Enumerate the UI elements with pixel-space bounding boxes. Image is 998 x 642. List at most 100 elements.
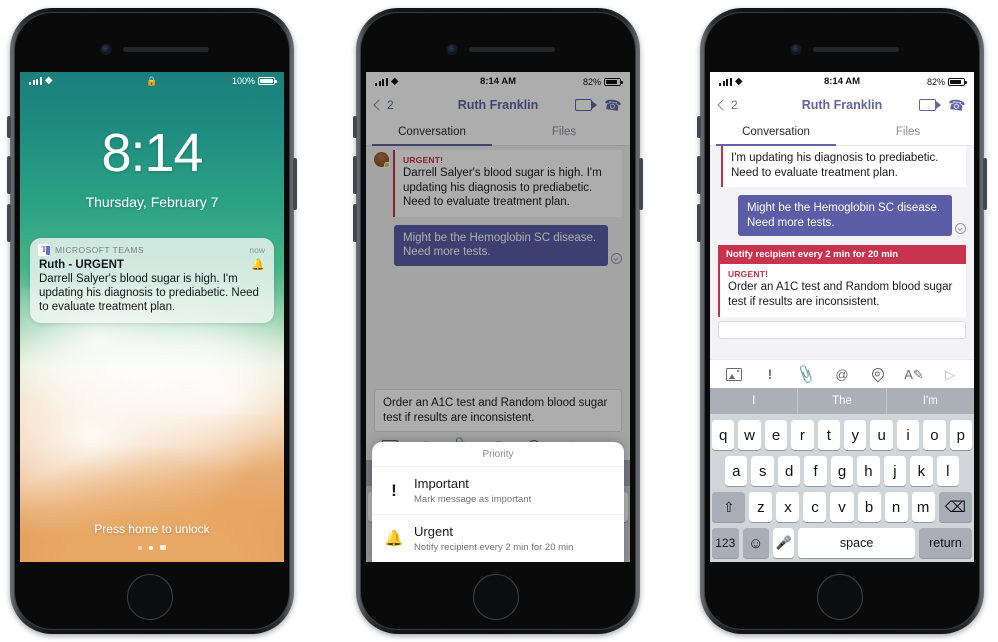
location-icon[interactable] [860,365,896,383]
status-left: ◆ [719,76,743,87]
dictation-key[interactable]: 🎤 [773,528,795,558]
screen-3: ◆ 8:14 AM 82% 2 Ruth Franklin ☎ Conversa… [710,72,974,562]
power-button[interactable] [639,158,643,210]
priority-option-important[interactable]: ! Important Mark message as important [372,466,624,514]
key-z[interactable]: z [749,492,773,522]
image-icon[interactable] [716,367,752,381]
key-y[interactable]: y [844,420,867,450]
urgent-card-body: URGENT! Order an A1C test and Random blo… [718,264,966,317]
unlock-hint: Press home to unlock [94,522,210,536]
key-k[interactable]: k [910,456,933,486]
keyboard-3: I The I'm q w e r t y u i o p a s d f g … [710,388,974,562]
compose-toolbar-3: ! 📎 @ A✎ ▷ [710,359,974,388]
tab-conversation[interactable]: Conversation [710,119,842,146]
composer-3 [710,317,974,359]
key-h[interactable]: h [857,456,880,486]
key-c[interactable]: c [803,492,827,522]
key-g[interactable]: g [830,456,854,486]
send-icon[interactable]: ▷ [932,368,968,381]
volume-down-button[interactable] [353,204,357,242]
home-button[interactable] [817,574,863,620]
lock-icon: 🔒 [146,75,158,86]
power-button[interactable] [293,158,297,210]
battery-icon [258,77,277,85]
format-icon[interactable]: A✎ [896,368,932,381]
key-r[interactable]: r [791,420,814,450]
key-a[interactable]: a [725,456,748,486]
priority-icon[interactable]: ! [752,367,788,381]
signal-bars-icon [719,77,732,86]
nav-actions: ☎ [918,96,967,114]
key-o[interactable]: o [923,420,946,450]
key-s[interactable]: s [751,456,774,486]
priority-option-urgent[interactable]: 🔔 Urgent Notify recipient every 2 min fo… [372,514,624,562]
back-badge-count: 2 [731,98,738,112]
volume-up-button[interactable] [697,156,701,194]
tab-bar-3: Conversation Files [710,119,974,146]
volume-up-button[interactable] [353,156,357,194]
outgoing-message-text: Might be the Hemoglobin SC disease. Need… [747,202,941,229]
key-i[interactable]: i [896,420,920,450]
chevron-left-icon [717,99,729,111]
earpiece-speaker [123,47,209,52]
option-title: Important [414,476,469,491]
key-d[interactable]: d [777,456,801,486]
status-left: ◆ [29,76,53,86]
volume-down-button[interactable] [7,204,11,242]
camera-shortcut-icon[interactable] [160,545,166,550]
urgent-bell-icon: 🔔 [384,529,404,547]
key-v[interactable]: v [830,492,854,522]
volume-up-button[interactable] [7,156,11,194]
outgoing-bubble: Might be the Hemoglobin SC disease. Need… [738,195,952,236]
return-key[interactable]: return [918,528,972,558]
key-q[interactable]: q [711,420,735,450]
lock-clock: 8:14 [101,123,203,183]
video-call-icon[interactable] [918,99,941,111]
power-button[interactable] [983,158,987,210]
space-key[interactable]: space [798,528,915,558]
mute-switch[interactable] [7,116,11,138]
suggestion-3[interactable]: I'm [885,388,974,414]
priority-sheet-title: Priority [482,449,514,460]
shift-key[interactable]: ⇧ [712,492,746,522]
teams-app-3: ◆ 8:14 AM 82% 2 Ruth Franklin ☎ Conversa… [710,72,974,562]
audio-call-icon[interactable]: ☎ [947,96,967,114]
message-thread-3[interactable]: I'm updating his diagnosis to prediabeti… [710,146,974,317]
key-p[interactable]: p [949,420,973,450]
key-m[interactable]: m [911,492,935,522]
teams-notification[interactable]: T MICROSOFT TEAMS now 🔔 Ruth - URGENT Da… [30,238,274,323]
key-n[interactable]: n [884,492,908,522]
volume-down-button[interactable] [697,204,701,242]
numbers-key[interactable]: 123 [712,528,739,558]
screen-2: ◆ 8:14 AM 82% 2 Ruth Franklin ☎ Conversa… [366,72,630,562]
tab-files[interactable]: Files [842,119,974,145]
front-camera-icon [447,45,457,54]
mention-icon[interactable]: @ [824,368,860,381]
key-x[interactable]: x [776,492,800,522]
suggestion-1[interactable]: I [710,388,797,414]
key-j[interactable]: j [883,456,907,486]
back-button[interactable]: 2 [717,98,738,112]
notification-time: now [249,245,265,255]
key-t[interactable]: t [817,420,840,450]
message-input[interactable] [718,321,966,339]
priority-sheet: Priority ! Important Mark message as imp… [372,442,624,562]
key-f[interactable]: f [804,456,827,486]
attachment-icon[interactable]: 📎 [787,361,826,386]
status-bar-3: ◆ 8:14 AM 82% [710,72,974,91]
home-button[interactable] [127,574,173,620]
mute-switch[interactable] [697,116,701,138]
key-w[interactable]: w [738,420,761,450]
mute-switch[interactable] [353,116,357,138]
key-b[interactable]: b [857,492,881,522]
exclamation-icon: ! [391,480,397,500]
key-u[interactable]: u [870,420,893,450]
key-e[interactable]: e [764,420,788,450]
backspace-key[interactable]: ⌫ [938,492,972,522]
suggestion-2[interactable]: The [797,388,885,414]
home-button[interactable] [473,574,519,620]
key-l[interactable]: l [936,456,959,486]
emoji-key[interactable]: ☺ [742,528,770,558]
status-time: 8:14 AM [823,76,861,87]
notification-app-name: MICROSOFT TEAMS [55,245,145,255]
